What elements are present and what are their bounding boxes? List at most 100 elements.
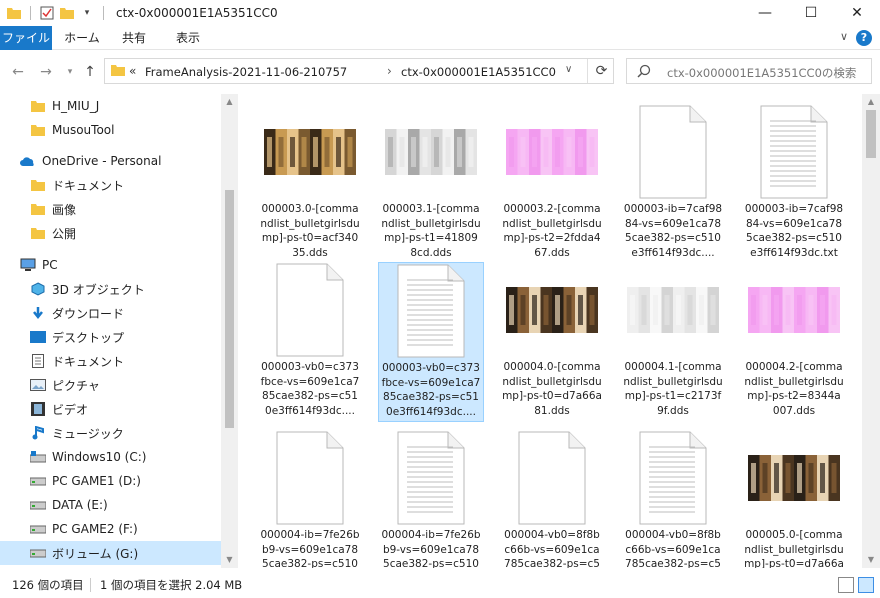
file-item[interactable]: 000003-ib=7caf9884-vs=609e1ca785cae382-p…	[620, 104, 726, 264]
file-item[interactable]: 000003-vb0=c373fbce-vs=609e1ca785cae382-…	[378, 262, 484, 422]
search-box[interactable]: ctx-0x000001E1A5351CC0の検索	[626, 58, 872, 84]
refresh-icon: ⟳	[595, 63, 608, 79]
nav-item[interactable]: MusouTool	[0, 118, 221, 142]
back-button[interactable]: ←	[8, 62, 28, 82]
refresh-button[interactable]: ⟳	[587, 59, 615, 83]
nav-item[interactable]: PC	[0, 253, 221, 277]
file-item[interactable]: 000004-vb0=8f8bc66b-vs=609e1ca785cae382-…	[499, 430, 605, 568]
nav-item[interactable]: ボリューム (G:)	[0, 541, 221, 565]
properties-icon[interactable]	[39, 5, 55, 21]
arrow-up-icon: ↑	[84, 64, 96, 80]
nav-item[interactable]: PC GAME2 (F:)	[0, 517, 221, 541]
maximize-button[interactable]: ☐	[788, 0, 834, 26]
nav-item[interactable]: ミュージック	[0, 421, 221, 445]
tab-file[interactable]: ファイル	[0, 26, 52, 50]
scroll-thumb[interactable]	[866, 110, 876, 158]
chevron-down-icon[interactable]: ▾	[79, 5, 95, 21]
file-item[interactable]: 000003.0-[commandlist_bulletgirlsdump]-p…	[257, 104, 363, 264]
nav-item[interactable]: PC GAME1 (D:)	[0, 469, 221, 493]
file-item[interactable]: 000003-vb0=c373fbce-vs=609e1ca785cae382-…	[257, 262, 363, 422]
new-folder-icon[interactable]	[59, 5, 75, 21]
file-name: 000004.1-[commandlist_bulletgirlsdump]-p…	[623, 361, 723, 417]
divider	[30, 6, 31, 20]
breadcrumb-item[interactable]: FrameAnalysis-2021-11-06-210757	[145, 65, 347, 79]
folder-icon	[30, 122, 46, 138]
folder-icon	[30, 98, 46, 114]
file-name: 000003-ib=7caf9884-vs=609e1ca785cae382-p…	[744, 203, 844, 259]
nav-item[interactable]: H_MIU_J	[0, 94, 221, 118]
texture-thumbnail	[744, 262, 844, 358]
nav-item[interactable]: ドキュメント	[0, 349, 221, 373]
navigation-pane: H_MIU_J MusouTool OneDrive - Personal ドキュメン…	[0, 94, 238, 568]
file-item[interactable]: 000004-ib=7fe26bb9-vs=609e1ca785cae382-p…	[257, 430, 363, 568]
content-scrollbar[interactable]: ▲ ▼	[862, 94, 880, 568]
file-item[interactable]: 000004-ib=7fe26bb9-vs=609e1ca785cae382-p…	[378, 430, 484, 568]
close-button[interactable]: ✕	[834, 0, 880, 26]
help-icon[interactable]: ?	[856, 30, 872, 46]
tab-share[interactable]: 共有	[114, 26, 154, 50]
nav-item[interactable]: Windows10 (C:)	[0, 445, 221, 469]
breadcrumb-overflow[interactable]: «	[129, 64, 136, 78]
nav-item[interactable]: DATA (E:)	[0, 493, 221, 517]
file-item[interactable]: 000003.2-[commandlist_bulletgirlsdump]-p…	[499, 104, 605, 264]
file-item[interactable]: 000003-ib=7caf9884-vs=609e1ca785cae382-p…	[741, 104, 847, 264]
document-icon	[260, 430, 360, 526]
tab-view[interactable]: 表示	[168, 26, 208, 50]
file-name: 000003-vb0=c373fbce-vs=609e1ca785cae382-…	[260, 361, 360, 417]
nav-item[interactable]: 公開	[0, 221, 221, 245]
item-count: 126 個の項目	[12, 578, 84, 592]
scroll-thumb[interactable]	[225, 190, 234, 428]
file-item[interactable]: 000004.1-[commandlist_bulletgirlsdump]-p…	[620, 262, 726, 422]
file-item[interactable]: 000004.0-[commandlist_bulletgirlsdump]-p…	[499, 262, 605, 422]
file-item[interactable]: 000005.0-[commandlist_bulletgirlsdump]-p…	[741, 430, 847, 568]
nav-item[interactable]: ダウンロード	[0, 301, 221, 325]
file-name: 000005.0-[commandlist_bulletgirlsdump]-p…	[744, 529, 844, 568]
nav-item-label: デスクトップ	[52, 330, 125, 345]
3d-objects-icon	[30, 281, 46, 297]
nav-scrollbar[interactable]: ▲ ▼	[221, 94, 238, 568]
large-icons-view-icon[interactable]	[858, 577, 874, 593]
nav-item[interactable]: ドキュメント	[0, 173, 221, 197]
scroll-up-icon[interactable]: ▲	[221, 94, 238, 110]
nav-item-label: ピクチャ	[52, 378, 100, 393]
music-icon	[30, 425, 46, 441]
recent-locations-button[interactable]: ▾	[60, 62, 80, 82]
nav-item[interactable]: OneDrive - Personal	[0, 149, 221, 173]
nav-item[interactable]: ピクチャ	[0, 373, 221, 397]
expand-ribbon-icon[interactable]: ∨	[840, 30, 848, 43]
download-icon	[30, 305, 46, 321]
breadcrumb-item[interactable]: ctx-0x000001E1A5351CC0	[401, 65, 556, 79]
tab-home[interactable]: ホーム	[60, 26, 104, 50]
minimize-button[interactable]: —	[742, 0, 788, 26]
drive-icon	[30, 521, 46, 537]
file-item[interactable]: 000004-vb0=8f8bc66b-vs=609e1ca785cae382-…	[620, 430, 726, 568]
nav-item[interactable]: ビデオ	[0, 397, 221, 421]
quick-access-toolbar: ▾ ctx-0x000001E1A5351CC0	[0, 0, 278, 26]
breadcrumb-separator[interactable]: ›	[387, 64, 392, 78]
chevron-down-icon[interactable]: ∨	[565, 64, 572, 75]
file-name: 000004-vb0=8f8bc66b-vs=609e1ca785cae382-…	[625, 529, 721, 568]
file-item[interactable]: 000003.1-[commandlist_bulletgirlsdump]-p…	[378, 104, 484, 264]
scroll-down-icon[interactable]: ▼	[221, 552, 238, 568]
file-item[interactable]: 000004.2-[commandlist_bulletgirlsdump]-p…	[741, 262, 847, 422]
nav-item[interactable]: 3D オブジェクト	[0, 277, 221, 301]
drive-icon	[30, 497, 46, 513]
details-view-icon[interactable]	[838, 577, 854, 593]
close-icon: ✕	[851, 5, 863, 21]
document-icon	[381, 263, 481, 359]
title-bar: ▾ ctx-0x000001E1A5351CC0 — ☐ ✕	[0, 0, 880, 26]
folder-icon	[30, 201, 46, 217]
pictures-icon	[30, 377, 46, 393]
up-button[interactable]: ↑	[80, 62, 100, 82]
scroll-up-icon[interactable]: ▲	[862, 94, 880, 110]
nav-item[interactable]: 画像	[0, 197, 221, 221]
forward-button[interactable]: →	[36, 62, 56, 82]
nav-item[interactable]: デスクトップ	[0, 325, 221, 349]
folder-icon	[30, 225, 46, 241]
address-bar[interactable]: « FrameAnalysis-2021-11-06-210757 › ctx-…	[104, 58, 614, 84]
scroll-down-icon[interactable]: ▼	[862, 552, 880, 568]
chevron-down-icon: ▾	[67, 67, 73, 77]
nav-item-label: ビデオ	[52, 402, 89, 417]
arrow-left-icon: ←	[12, 64, 24, 80]
file-name: 000003-ib=7caf9884-vs=609e1ca785cae382-p…	[623, 203, 723, 259]
